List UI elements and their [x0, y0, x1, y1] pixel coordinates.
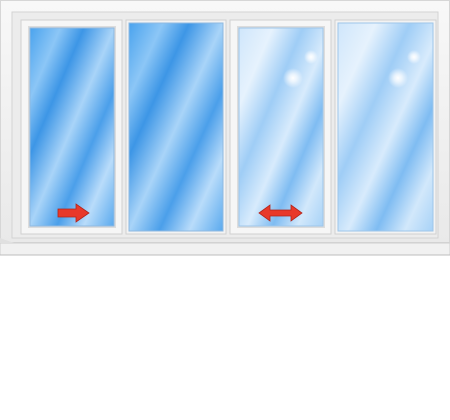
glare-sparkle — [304, 50, 318, 64]
glare-sparkle — [283, 68, 303, 88]
glare-sparkle — [407, 50, 421, 64]
window-pane-2 — [125, 19, 227, 235]
window-pane-4 — [334, 19, 437, 235]
glare-sparkle — [388, 68, 408, 88]
window-pane-3 — [229, 19, 332, 235]
window-illustration — [0, 0, 450, 262]
window-pane-1 — [20, 19, 123, 235]
